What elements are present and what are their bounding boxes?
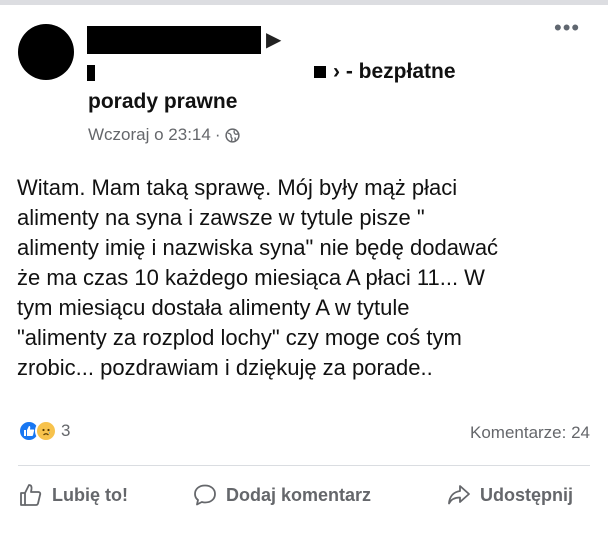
post-text-line: że ma czas 10 każdego miesiąca A płaci 1… <box>17 265 485 290</box>
avatar-redacted[interactable] <box>18 24 74 80</box>
comment-bubble-icon <box>194 484 216 506</box>
sad-reaction-icon <box>35 420 57 442</box>
caret-right-icon: ▶ <box>266 29 282 51</box>
post-text-line: zrobic... pozdrawiam i dziękuję za porad… <box>17 355 433 380</box>
group-name-line2[interactable]: porady prawne <box>88 90 237 114</box>
thumbs-up-icon <box>20 484 42 506</box>
post-text-line: "alimenty za rozplod lochy" czy moge coś… <box>17 325 462 350</box>
share-arrow-icon <box>448 485 470 505</box>
post-meta: Wczoraj o 23:14 · <box>88 125 240 145</box>
comment-button-label: Dodaj komentarz <box>226 484 372 505</box>
post-text-line: Witam. Mam taką sprawę. Mój były mąż pła… <box>17 175 458 200</box>
timestamp[interactable]: Wczoraj o 23:14 <box>88 125 211 145</box>
comments-count[interactable]: Komentarze: 24 <box>470 423 590 443</box>
group-name-redacted-start <box>87 65 95 81</box>
share-button[interactable]: Udostępnij <box>446 482 573 508</box>
actions-divider <box>18 465 590 466</box>
reaction-count: 3 <box>61 421 71 440</box>
post-text-line: tym miesiącu dostała alimenty A w tytule <box>17 295 410 320</box>
author-name-redacted[interactable] <box>87 26 261 54</box>
share-button-label: Udostępnij <box>480 484 573 505</box>
like-button-label: Lubię to! <box>52 484 128 505</box>
top-border <box>0 0 608 5</box>
comment-button[interactable]: Dodaj komentarz <box>192 482 371 508</box>
post-text-line: alimenty na syna i zawsze w tytule pisze… <box>17 205 425 230</box>
more-options-icon[interactable]: ••• <box>554 17 580 39</box>
group-name-redacted-end <box>314 66 326 78</box>
post-text: Witam. Mam taką sprawę. Mój były mąż pła… <box>17 173 602 383</box>
post-text-line: alimenty imię i nazwiska syna" nie będę … <box>17 235 499 260</box>
like-button[interactable]: Lubię to! <box>18 482 128 508</box>
group-name-line1[interactable]: › - bezpłatne <box>333 60 456 84</box>
reactions-summary[interactable]: 3 <box>18 420 70 442</box>
meta-separator: · <box>214 125 221 144</box>
globe-icon <box>224 127 240 143</box>
